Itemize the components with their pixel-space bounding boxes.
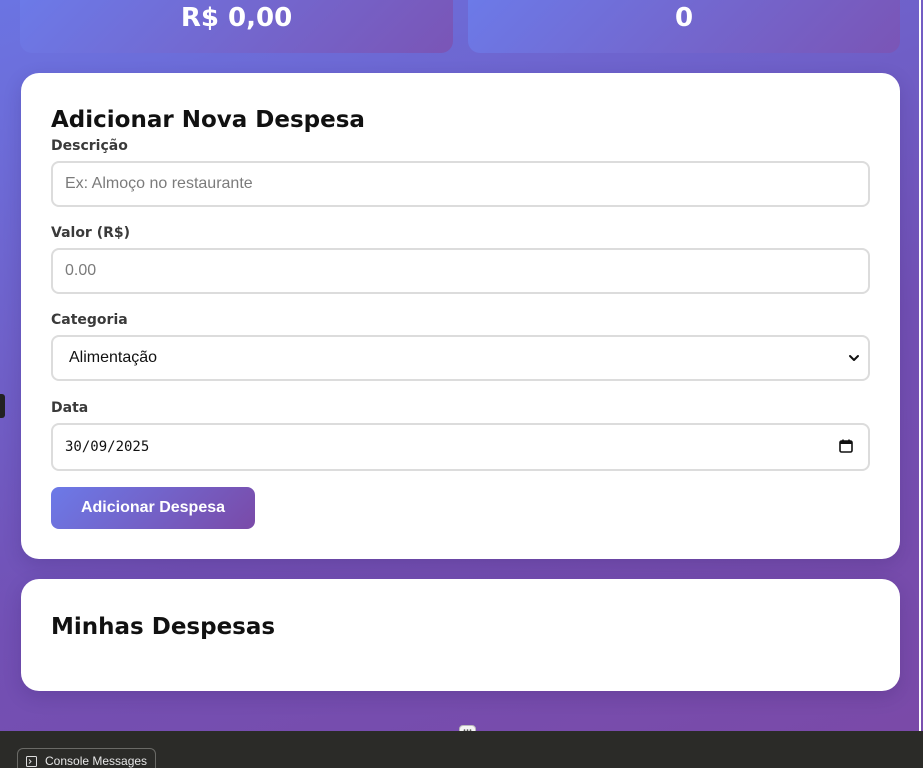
category-selected-value: Alimentação bbox=[69, 349, 158, 366]
console-tab-label: Console Messages bbox=[45, 754, 148, 768]
add-expense-form: Adicionar Nova Despesa Descrição Ex: Alm… bbox=[21, 73, 900, 559]
value-input[interactable]: 0.00 bbox=[51, 248, 870, 294]
total-spent-value: R$ 0,00 bbox=[180, 2, 293, 33]
form-title: Adicionar Nova Despesa bbox=[51, 107, 365, 133]
total-spent-card: R$ 0,00 bbox=[20, 0, 453, 53]
page-background: R$ 0,00 0 Adicionar Nova Despesa Descriç… bbox=[0, 0, 921, 731]
value-placeholder: 0.00 bbox=[65, 262, 97, 279]
side-handle[interactable] bbox=[0, 394, 5, 418]
console-messages-tab[interactable]: Console Messages bbox=[17, 748, 157, 768]
devtools-bar: Console Messages bbox=[0, 731, 923, 768]
value-label: Valor (R$) bbox=[51, 225, 131, 241]
date-input[interactable]: 30/09/2025 bbox=[51, 423, 870, 471]
expense-count-value: 0 bbox=[674, 2, 694, 33]
calendar-icon[interactable] bbox=[838, 438, 854, 454]
chevron-down-icon bbox=[849, 355, 859, 361]
expense-count-card: 0 bbox=[468, 0, 900, 53]
category-select[interactable]: Alimentação bbox=[51, 335, 870, 381]
description-input[interactable]: Ex: Almoço no restaurante bbox=[51, 161, 870, 207]
description-label: Descrição bbox=[51, 138, 128, 154]
expense-list-card: Minhas Despesas bbox=[21, 579, 900, 691]
terminal-icon bbox=[26, 755, 37, 767]
category-label: Categoria bbox=[51, 312, 128, 328]
add-expense-button[interactable]: Adicionar Despesa bbox=[51, 487, 255, 529]
date-label: Data bbox=[51, 400, 89, 416]
description-placeholder: Ex: Almoço no restaurante bbox=[65, 175, 253, 192]
expense-list-title: Minhas Despesas bbox=[51, 614, 276, 640]
date-value: 30/09/2025 bbox=[65, 439, 150, 455]
